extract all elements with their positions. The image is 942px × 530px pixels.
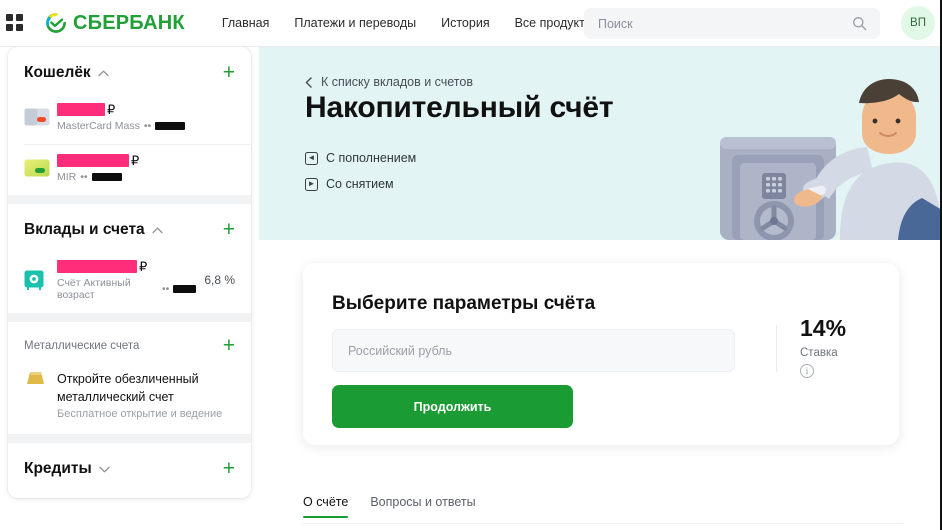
redacted-account-digits xyxy=(173,285,197,293)
search-icon[interactable] xyxy=(852,16,867,31)
main-nav: Главная Платежи и переводы История Все п… xyxy=(222,16,594,30)
rate-label: Ставка xyxy=(800,347,838,359)
sidebar-group-credits-header[interactable]: Кредиты + xyxy=(8,443,251,498)
sidebar-group-wallet-title: Кошелёк xyxy=(24,64,91,81)
bank-card-icon xyxy=(24,159,51,177)
bank-card-icon xyxy=(24,108,51,126)
feature-withdraw: ► Со снятием xyxy=(305,177,394,191)
sidebar-group-wallet: Кошелёк + ₽ MasterCard Mass •• ₽ MIR •• xyxy=(8,47,251,195)
rate-value: 14% xyxy=(800,315,847,341)
currency-symbol: ₽ xyxy=(107,101,116,117)
man-leaning-on-safe-illustration xyxy=(720,79,940,240)
mask-dots: •• xyxy=(161,283,170,295)
info-icon[interactable]: i xyxy=(800,364,814,378)
sidebar-group-metals-header[interactable]: Металлические счета + xyxy=(8,322,251,364)
currency-symbol: ₽ xyxy=(131,152,140,168)
search-input[interactable] xyxy=(584,8,852,39)
add-credit-button[interactable]: + xyxy=(223,458,235,479)
sidebar-group-deposits-header[interactable]: Вклады и счета + xyxy=(8,204,251,250)
card-name: MIR xyxy=(57,171,77,183)
card-name: MasterCard Mass xyxy=(57,120,140,132)
redacted-card-digits xyxy=(91,173,122,181)
back-link-label: К списку вкладов и счетов xyxy=(321,75,473,89)
deposit-in-icon: ◄ xyxy=(305,151,318,165)
sidebar-group-credits-title: Кредиты xyxy=(24,460,92,477)
list-item[interactable]: ₽ Счёт Активный возраст •• 6,8 % xyxy=(8,250,251,313)
metal-account-promo[interactable]: Откройте обезличенный металлический счет… xyxy=(8,364,251,434)
page-title: Накопительный счёт xyxy=(305,91,614,124)
nav-item-home[interactable]: Главная xyxy=(222,16,270,30)
tab-about-account[interactable]: О счёте xyxy=(303,495,349,518)
feature-top-up: ◄ С пополнением xyxy=(305,151,416,165)
add-deposit-button[interactable]: + xyxy=(223,219,235,240)
account-params-card: Выберите параметры счёта Продолжить 14% … xyxy=(303,263,899,445)
sidebar-group-metals: Металлические счета + Откройте обезличен… xyxy=(8,322,251,434)
currency-symbol: ₽ xyxy=(139,258,148,274)
account-name: Счёт Активный возраст xyxy=(57,277,131,301)
nav-item-products[interactable]: Все продукты xyxy=(515,16,594,30)
search-box[interactable] xyxy=(584,8,880,39)
feature-withdraw-label: Со снятием xyxy=(326,177,394,191)
top-header: СБЕРБАНК Главная Платежи и переводы Исто… xyxy=(0,0,940,47)
vertical-divider xyxy=(776,325,777,372)
currency-input[interactable] xyxy=(348,343,719,358)
sidebar-divider xyxy=(8,313,251,322)
nav-item-history[interactable]: История xyxy=(441,16,489,30)
rate-block: 14% Ставка i xyxy=(800,315,846,378)
hero-banner: К списку вкладов и счетов Накопительный … xyxy=(259,47,940,240)
tabs-underline xyxy=(303,523,903,524)
metal-promo-subtitle: Бесплатное открытие и ведение xyxy=(57,408,223,420)
sidebar-group-wallet-header[interactable]: Кошелёк + xyxy=(8,47,251,93)
withdraw-out-icon: ► xyxy=(305,177,318,191)
continue-button[interactable]: Продолжить xyxy=(332,385,573,428)
redacted-amount xyxy=(57,103,105,116)
sidebar-group-metals-title: Металлические счета xyxy=(24,340,140,352)
user-avatar[interactable]: ВП xyxy=(901,6,935,40)
list-item[interactable]: ₽ MIR •• xyxy=(8,144,251,195)
sberbank-logo[interactable]: СБЕРБАНК xyxy=(45,12,185,35)
accounts-sidebar: Кошелёк + ₽ MasterCard Mass •• ₽ MIR •• … xyxy=(8,47,251,498)
brand-name: СБЕРБАНК xyxy=(73,11,185,34)
list-item[interactable]: ₽ MasterCard Mass •• xyxy=(8,93,251,144)
sidebar-group-deposits: Вклады и счета + ₽ Счёт Активный возраст… xyxy=(8,204,251,313)
gold-bar-icon xyxy=(24,370,51,386)
add-wallet-button[interactable]: + xyxy=(223,62,235,83)
redacted-card-digits xyxy=(155,122,186,130)
currency-select[interactable] xyxy=(332,329,735,372)
params-card-title: Выберите параметры счёта xyxy=(332,293,596,314)
back-to-accounts-link[interactable]: К списку вкладов и счетов xyxy=(305,75,473,89)
chevron-left-icon xyxy=(305,76,312,88)
page-body: К списку вкладов и счетов Накопительный … xyxy=(0,47,940,530)
safe-vault-icon xyxy=(24,270,51,290)
sidebar-group-credits: Кредиты + xyxy=(8,443,251,498)
chevron-up-icon[interactable] xyxy=(98,70,109,77)
redacted-amount xyxy=(57,260,137,273)
add-metal-account-button[interactable]: + xyxy=(223,335,235,356)
app-window: СБЕРБАНК Главная Платежи и переводы Исто… xyxy=(0,0,942,530)
mask-dots: •• xyxy=(143,120,152,132)
chevron-down-icon[interactable] xyxy=(99,466,110,473)
chevron-up-icon[interactable] xyxy=(152,227,163,234)
nav-item-payments[interactable]: Платежи и переводы xyxy=(294,16,416,30)
sidebar-divider xyxy=(8,434,251,443)
sidebar-group-deposits-title: Вклады и счета xyxy=(24,221,145,238)
redacted-amount xyxy=(57,154,129,167)
metal-promo-title: Откройте обезличенный металлический счет xyxy=(57,372,199,404)
account-rate: 6,8 % xyxy=(204,272,235,287)
sidebar-divider xyxy=(8,195,251,204)
mask-dots: •• xyxy=(80,171,88,183)
grid-apps-icon[interactable] xyxy=(6,14,24,32)
feature-top-up-label: С пополнением xyxy=(326,151,417,165)
sber-circle-icon xyxy=(46,13,66,33)
content-tabs: О счёте Вопросы и ответы xyxy=(303,495,476,518)
tab-faq[interactable]: Вопросы и ответы xyxy=(370,495,475,518)
